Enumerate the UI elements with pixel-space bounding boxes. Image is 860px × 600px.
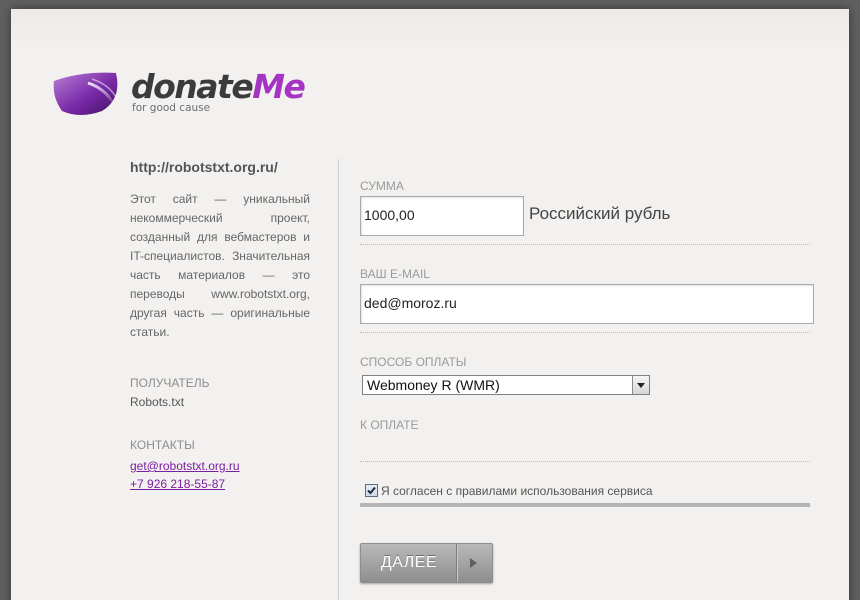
recipient-info-panel: http://robotstxt.org.ru/ Этот сайт — уни… xyxy=(130,159,310,493)
recipient-value: Robots.txt xyxy=(130,395,185,409)
button-separator xyxy=(456,544,457,582)
contacts-label: КОНТАКТЫ xyxy=(130,438,195,452)
topay-label: К ОПЛАТЕ xyxy=(360,418,419,432)
amount-label: СУММА xyxy=(360,179,404,193)
column-divider xyxy=(338,159,339,600)
divider-dotted xyxy=(360,244,810,245)
donation-form: СУММА 1000,00 Российский рубль ВАШ E-MAI… xyxy=(360,179,814,583)
contact-email-link[interactable]: get@robotstxt.org.ru xyxy=(130,457,310,475)
email-label: ВАШ E-MAIL xyxy=(360,267,430,281)
payment-method-value: Webmoney R (WMR) xyxy=(367,377,500,393)
contacts-list: get@robotstxt.org.ru +7 926 218-55-87 xyxy=(130,457,310,493)
site-description: Этот сайт — уникальный некоммерческий пр… xyxy=(130,192,310,339)
divider-dotted xyxy=(360,332,810,333)
email-row: ded@moroz.ru xyxy=(360,284,814,324)
payment-method-row: Webmoney R (WMR) xyxy=(360,375,810,395)
logo-tagline: for good cause xyxy=(132,102,211,114)
logo-wordmark: donateMe xyxy=(131,67,306,107)
next-button[interactable]: ДАЛЕЕ xyxy=(360,543,493,583)
donateme-logo[interactable]: donateMe for good cause xyxy=(52,67,312,121)
divider-dotted xyxy=(360,461,810,462)
amount-row: 1000,00 Российский рубль xyxy=(360,196,810,236)
amount-input[interactable]: 1000,00 xyxy=(360,196,524,236)
divider-solid xyxy=(360,503,810,507)
recipient-label: ПОЛУЧАТЕЛЬ xyxy=(130,376,210,390)
currency-label: Российский рубль xyxy=(529,204,671,223)
logo-word-me: Me xyxy=(252,67,306,106)
agree-label: Я согласен с правилами использования сер… xyxy=(381,484,653,498)
contact-phone-link[interactable]: +7 926 218-55-87 xyxy=(130,475,310,493)
arrow-right-icon xyxy=(470,558,477,568)
agree-checkbox[interactable] xyxy=(365,484,378,497)
logo-mark-icon xyxy=(53,72,118,115)
select-dropdown-button[interactable] xyxy=(632,376,649,394)
next-button-label: ДАЛЕЕ xyxy=(380,554,438,571)
agree-row: Я согласен с правилами использования сер… xyxy=(360,481,810,501)
payment-method-select[interactable]: Webmoney R (WMR) xyxy=(362,375,650,395)
checkmark-icon xyxy=(367,486,376,495)
site-url: http://robotstxt.org.ru/ xyxy=(130,159,278,175)
email-input[interactable]: ded@moroz.ru xyxy=(360,284,814,324)
logo-word-donate: donate xyxy=(131,67,254,106)
chevron-down-icon xyxy=(637,383,645,388)
page-card: donateMe for good cause http://robotstxt… xyxy=(11,9,849,600)
payment-method-label: СПОСОБ ОПЛАТЫ xyxy=(360,355,467,369)
